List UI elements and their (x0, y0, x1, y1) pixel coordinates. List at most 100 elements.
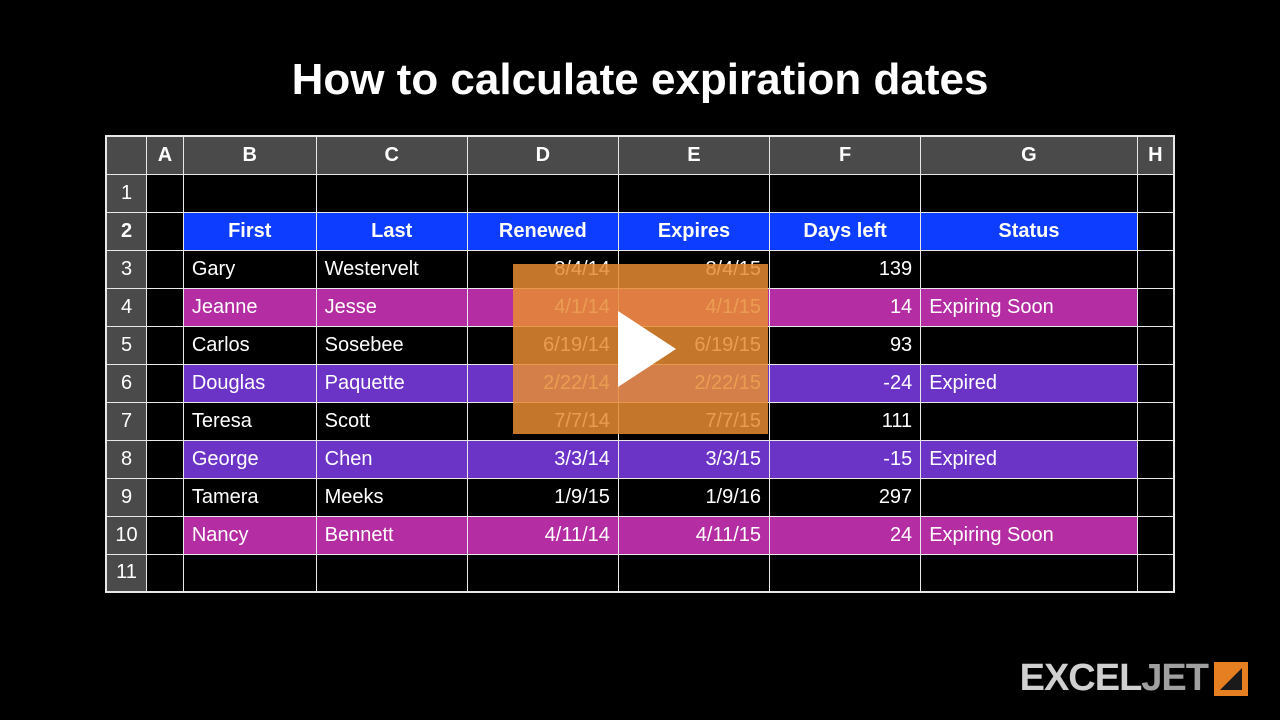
cell-status[interactable]: Expiring Soon (921, 288, 1138, 326)
row-2-headers: 2 First Last Renewed Expires Days left S… (106, 212, 1174, 250)
cell[interactable] (147, 174, 184, 212)
cell[interactable] (147, 250, 184, 288)
cell-days[interactable]: 111 (770, 402, 921, 440)
table-row: 10 Nancy Bennett 4/11/14 4/11/15 24 Expi… (106, 516, 1174, 554)
cell-status[interactable] (921, 402, 1138, 440)
cell[interactable] (1137, 554, 1174, 592)
cell-status[interactable] (921, 326, 1138, 364)
cell[interactable] (1137, 212, 1174, 250)
cell[interactable] (770, 174, 921, 212)
cell-status[interactable]: Expired (921, 440, 1138, 478)
cell[interactable] (618, 174, 769, 212)
cell-first[interactable]: Nancy (183, 516, 316, 554)
cell[interactable] (467, 554, 618, 592)
cell[interactable] (147, 326, 184, 364)
cell-status[interactable] (921, 250, 1138, 288)
cell[interactable] (147, 402, 184, 440)
cell-last[interactable]: Jesse (316, 288, 467, 326)
cell[interactable] (183, 174, 316, 212)
cell-first[interactable]: Douglas (183, 364, 316, 402)
cell-days[interactable]: 14 (770, 288, 921, 326)
table-row: 8 George Chen 3/3/14 3/3/15 -15 Expired (106, 440, 1174, 478)
header-first[interactable]: First (183, 212, 316, 250)
cell[interactable] (467, 174, 618, 212)
cell[interactable] (1137, 402, 1174, 440)
row-header: 6 (106, 364, 147, 402)
cell-last[interactable]: Sosebee (316, 326, 467, 364)
cell-status[interactable] (921, 478, 1138, 516)
cell[interactable] (618, 554, 769, 592)
play-icon (618, 311, 676, 387)
header-expires[interactable]: Expires (618, 212, 769, 250)
cell-last[interactable]: Meeks (316, 478, 467, 516)
cell[interactable] (921, 174, 1138, 212)
cell[interactable] (1137, 440, 1174, 478)
cell-renewed[interactable]: 4/11/14 (467, 516, 618, 554)
cell-days[interactable]: -24 (770, 364, 921, 402)
cell[interactable] (1137, 478, 1174, 516)
cell-last[interactable]: Chen (316, 440, 467, 478)
row-header: 2 (106, 212, 147, 250)
cell-first[interactable]: Teresa (183, 402, 316, 440)
cell-days[interactable]: -15 (770, 440, 921, 478)
header-last[interactable]: Last (316, 212, 467, 250)
cell-first[interactable]: Tamera (183, 478, 316, 516)
cell[interactable] (1137, 326, 1174, 364)
row-header: 10 (106, 516, 147, 554)
row-header: 8 (106, 440, 147, 478)
header-daysleft[interactable]: Days left (770, 212, 921, 250)
cell-days[interactable]: 24 (770, 516, 921, 554)
cell-days[interactable]: 93 (770, 326, 921, 364)
cell[interactable] (147, 516, 184, 554)
col-header: H (1137, 136, 1174, 174)
table-row: 9 Tamera Meeks 1/9/15 1/9/16 297 (106, 478, 1174, 516)
cell[interactable] (147, 478, 184, 516)
cell-expires[interactable]: 4/11/15 (618, 516, 769, 554)
col-header: A (147, 136, 184, 174)
cell[interactable] (147, 364, 184, 402)
cell-last[interactable]: Bennett (316, 516, 467, 554)
row-header: 1 (106, 174, 147, 212)
cell-renewed[interactable]: 1/9/15 (467, 478, 618, 516)
cell[interactable] (1137, 174, 1174, 212)
cell-last[interactable]: Paquette (316, 364, 467, 402)
column-header-row: A B C D E F G H (106, 136, 1174, 174)
cell-last[interactable]: Westervelt (316, 250, 467, 288)
row-header: 7 (106, 402, 147, 440)
cell[interactable] (770, 554, 921, 592)
cell[interactable] (921, 554, 1138, 592)
cell[interactable] (1137, 516, 1174, 554)
logo-mark-icon (1214, 662, 1248, 696)
header-status[interactable]: Status (921, 212, 1138, 250)
cell-first[interactable]: Jeanne (183, 288, 316, 326)
cell[interactable] (1137, 364, 1174, 402)
col-header: G (921, 136, 1138, 174)
cell[interactable] (316, 174, 467, 212)
cell[interactable] (147, 288, 184, 326)
col-header: D (467, 136, 618, 174)
cell[interactable] (316, 554, 467, 592)
cell-days[interactable]: 297 (770, 478, 921, 516)
cell-expires[interactable]: 3/3/15 (618, 440, 769, 478)
logo-text: EXCELJET (1020, 657, 1208, 700)
cell-first[interactable]: Carlos (183, 326, 316, 364)
cell-renewed[interactable]: 3/3/14 (467, 440, 618, 478)
cell-days[interactable]: 139 (770, 250, 921, 288)
cell[interactable] (1137, 250, 1174, 288)
cell-last[interactable]: Scott (316, 402, 467, 440)
cell[interactable] (147, 440, 184, 478)
cell[interactable] (147, 554, 184, 592)
col-header: B (183, 136, 316, 174)
cell-status[interactable]: Expired (921, 364, 1138, 402)
cell-status[interactable]: Expiring Soon (921, 516, 1138, 554)
cell[interactable] (1137, 288, 1174, 326)
cell-first[interactable]: George (183, 440, 316, 478)
row-header: 3 (106, 250, 147, 288)
play-button[interactable] (513, 264, 768, 434)
cell-first[interactable]: Gary (183, 250, 316, 288)
cell-expires[interactable]: 1/9/16 (618, 478, 769, 516)
row-header: 4 (106, 288, 147, 326)
cell[interactable] (183, 554, 316, 592)
header-renewed[interactable]: Renewed (467, 212, 618, 250)
cell[interactable] (147, 212, 184, 250)
